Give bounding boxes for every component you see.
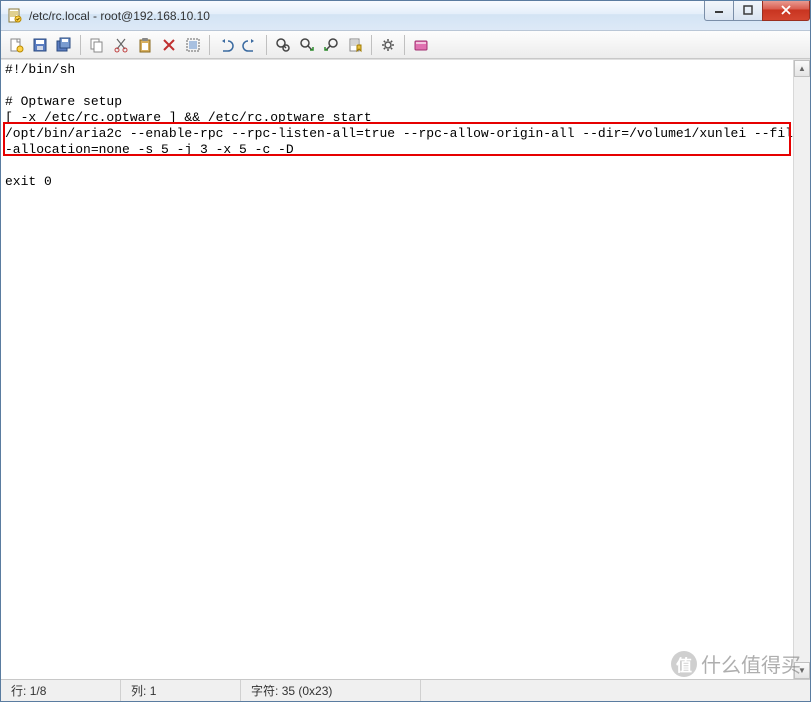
window-title: /etc/rc.local - root@192.168.10.10 — [29, 9, 705, 23]
scroll-track[interactable] — [794, 77, 810, 662]
window-controls — [705, 1, 810, 21]
status-col-label: 列: — [131, 682, 146, 699]
undo-icon[interactable] — [215, 34, 237, 56]
save-icon[interactable] — [29, 34, 51, 56]
copy-icon[interactable] — [86, 34, 108, 56]
find-prev-icon[interactable] — [320, 34, 342, 56]
status-line: 行: 1/8 — [1, 680, 121, 701]
status-column: 列: 1 — [121, 680, 241, 701]
vertical-scrollbar[interactable]: ▲ ▼ — [793, 60, 810, 679]
cut-icon[interactable] — [110, 34, 132, 56]
close-button[interactable] — [762, 1, 810, 21]
toolbar-separator — [404, 35, 405, 55]
toolbar-separator — [80, 35, 81, 55]
app-icon — [7, 8, 23, 24]
new-file-icon[interactable] — [5, 34, 27, 56]
text-editor[interactable]: #!/bin/sh # Optware setup [ -x /etc/rc.o… — [1, 60, 810, 192]
bookmark-icon[interactable] — [344, 34, 366, 56]
status-char-label: 字符: — [251, 682, 278, 699]
redo-icon[interactable] — [239, 34, 261, 56]
select-all-icon[interactable] — [182, 34, 204, 56]
status-char: 字符: 35 (0x23) — [241, 680, 421, 701]
toolbar-separator — [266, 35, 267, 55]
settings-icon[interactable] — [377, 34, 399, 56]
scroll-up-button[interactable]: ▲ — [794, 60, 810, 77]
help-icon[interactable] — [410, 34, 432, 56]
maximize-button[interactable] — [733, 1, 763, 21]
titlebar[interactable]: /etc/rc.local - root@192.168.10.10 — [1, 1, 810, 31]
find-icon[interactable] — [272, 34, 294, 56]
statusbar: 行: 1/8 列: 1 字符: 35 (0x23) — [1, 679, 810, 701]
toolbar-separator — [209, 35, 210, 55]
app-window: /etc/rc.local - root@192.168.10.10 — [0, 0, 811, 702]
minimize-button[interactable] — [704, 1, 734, 21]
status-char-value: 35 (0x23) — [282, 684, 333, 698]
status-line-label: 行: — [11, 682, 26, 699]
save-all-icon[interactable] — [53, 34, 75, 56]
toolbar — [1, 31, 810, 59]
delete-icon[interactable] — [158, 34, 180, 56]
toolbar-separator — [371, 35, 372, 55]
scroll-down-button[interactable]: ▼ — [794, 662, 810, 679]
status-line-value: 1/8 — [30, 684, 47, 698]
find-next-icon[interactable] — [296, 34, 318, 56]
editor-area: #!/bin/sh # Optware setup [ -x /etc/rc.o… — [1, 59, 810, 679]
paste-icon[interactable] — [134, 34, 156, 56]
status-col-value: 1 — [150, 684, 157, 698]
